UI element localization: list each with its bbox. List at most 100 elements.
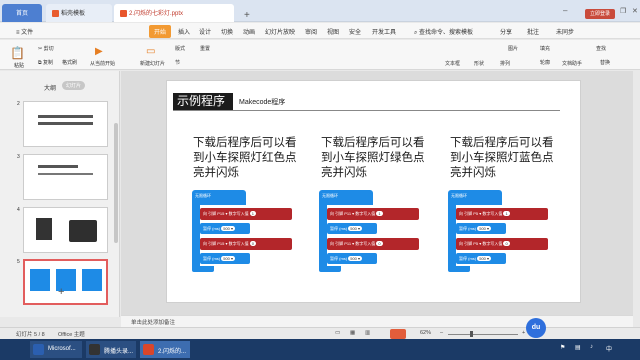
- pause-label: 暂停 (ms): [330, 256, 348, 261]
- notification-icon[interactable]: ⚑: [560, 344, 565, 351]
- menu-review[interactable]: 审阅: [305, 27, 317, 36]
- notes-pane[interactable]: 单击此处添加备注: [121, 315, 633, 327]
- template-icon: [52, 9, 59, 17]
- sync-status[interactable]: 未同步: [556, 27, 574, 36]
- description-blue[interactable]: 下载后程序后可以看到小车探照灯蓝色点亮并闪烁: [450, 136, 562, 181]
- search-commands[interactable]: ⌕ 查找命令、搜索模板: [414, 27, 473, 37]
- arrange-button[interactable]: 排列: [500, 60, 510, 67]
- outline-button[interactable]: 轮廓: [540, 59, 550, 66]
- taskbar-item-wps[interactable]: 2.闪烁的...: [140, 341, 190, 358]
- slide[interactable]: 示例程序 Makecode程序 下载后程序后可以看到小车探照灯红色点亮并闪烁 下…: [166, 80, 581, 303]
- tab-document[interactable]: 2.闪烁的七彩灯.pptx: [114, 4, 234, 22]
- assistant-du-icon[interactable]: du: [526, 318, 546, 338]
- add-tab-button[interactable]: +: [238, 6, 256, 24]
- description-green[interactable]: 下载后程序后可以看到小车探照灯绿色点亮并闪烁: [321, 136, 433, 181]
- thumb-block: [82, 269, 102, 291]
- zoom-in-button[interactable]: +: [522, 330, 525, 336]
- ms-pill: 500 ▾: [477, 226, 492, 231]
- comment-button[interactable]: 批注: [527, 27, 539, 36]
- zoom-slider-knob[interactable]: [470, 331, 473, 337]
- close-icon[interactable]: ✕: [632, 7, 638, 15]
- taskbar-item-word[interactable]: Microsof...: [30, 341, 82, 358]
- wps-icon: [143, 344, 154, 355]
- code-block-blue[interactable]: 无限循环 向 引脚 P5 ▾ 数字写入值 1 暂停 (ms) 500 ▾ 向 引…: [448, 190, 548, 280]
- tab-home[interactable]: 首页: [2, 4, 42, 22]
- digital-write-block: 向 引脚 P15 ▾ 数字写入值 0: [200, 238, 292, 250]
- ime-indicator[interactable]: 中: [606, 344, 612, 353]
- layout-button[interactable]: 版式: [175, 45, 185, 52]
- tab-template[interactable]: 稻壳模板: [46, 4, 112, 22]
- code-block-green[interactable]: 无限循环 向 引脚 P11 ▾ 数字写入值 1 暂停 (ms) 500 ▾ 向 …: [319, 190, 419, 280]
- slide-thumbnail-5[interactable]: [23, 259, 108, 305]
- copy-label: 复制: [42, 60, 53, 66]
- block-foot: [192, 266, 214, 272]
- share-button[interactable]: 分享: [500, 27, 512, 36]
- slide-thumbnail-3[interactable]: [23, 154, 108, 200]
- menu-animation[interactable]: 动画: [243, 27, 255, 36]
- tab-outline[interactable]: 大纲: [44, 83, 56, 92]
- menu-start[interactable]: 开始: [149, 25, 172, 38]
- add-slide-button[interactable]: +: [58, 286, 64, 298]
- slide-number: 2: [17, 101, 20, 107]
- find-button[interactable]: 查找: [596, 45, 606, 52]
- editing-canvas: 示例程序 Makecode程序 下载后程序后可以看到小车探照灯红色点亮并闪烁 下…: [121, 71, 633, 315]
- code-block-red[interactable]: 无限循环 向 引脚 P15 ▾ 数字写入值 1 暂停 (ms) 500 ▾ 向 …: [192, 190, 292, 280]
- thumb-text: [38, 173, 93, 175]
- digital-write-label: 向 引脚 P11 ▾ 数字写入值: [330, 211, 376, 216]
- scissors-icon: ✂: [38, 46, 43, 52]
- menu-file[interactable]: ≡ 文件: [16, 27, 33, 36]
- minimize-icon[interactable]: –: [563, 6, 567, 15]
- slide-thumbnail-2[interactable]: [23, 101, 108, 147]
- network-icon[interactable]: ▤: [575, 344, 581, 351]
- value-pill: 0: [503, 241, 510, 246]
- slide-thumbnail-4[interactable]: [23, 207, 108, 253]
- notes-placeholder[interactable]: 单击此处添加备注: [131, 318, 175, 326]
- maximize-icon[interactable]: ❐: [620, 7, 626, 15]
- paste-button[interactable]: 粘贴: [14, 62, 24, 69]
- shape-button[interactable]: 形状: [474, 60, 484, 67]
- pause-block: 暂停 (ms) 500 ▾: [327, 223, 377, 234]
- taskbar-item-label: 2.闪烁的...: [158, 349, 187, 355]
- zoom-slider[interactable]: [448, 334, 518, 335]
- menu-insert[interactable]: 插入: [178, 27, 190, 36]
- view-reading-icon[interactable]: ▥: [365, 330, 370, 336]
- menu-view[interactable]: 视图: [327, 27, 339, 36]
- zoom-level[interactable]: 62%: [420, 330, 431, 336]
- menu-transition[interactable]: 切换: [221, 27, 233, 36]
- slide-title[interactable]: 示例程序: [173, 93, 233, 110]
- description-red[interactable]: 下载后程序后可以看到小车探照灯红色点亮并闪烁: [193, 136, 305, 181]
- slide-subtitle[interactable]: Makecode程序: [239, 97, 285, 107]
- menu-developer[interactable]: 开发工具: [372, 27, 396, 36]
- login-button[interactable]: 立即登录: [585, 9, 615, 19]
- view-sorter-icon[interactable]: ▦: [350, 330, 355, 336]
- paste-icon[interactable]: 📋: [10, 46, 25, 60]
- from-current-button[interactable]: 从当前开始: [90, 60, 115, 67]
- panel-tabs: 大纲 幻灯片: [0, 71, 120, 92]
- cut-button[interactable]: ✂ 剪切: [38, 45, 54, 52]
- fill-button[interactable]: 填充: [540, 45, 550, 52]
- panel-scrollbar[interactable]: [114, 123, 118, 243]
- digital-write-block: 向 引脚 P15 ▾ 数字写入值 1: [200, 208, 292, 220]
- view-normal-icon[interactable]: ▭: [335, 330, 340, 336]
- picture-button[interactable]: 图片: [508, 45, 518, 52]
- menu-slideshow[interactable]: 幻灯片放映: [265, 27, 295, 36]
- reset-button[interactable]: 重置: [200, 45, 210, 52]
- slide-number: 4: [17, 207, 20, 213]
- thumb-text: [38, 122, 93, 125]
- replace-button[interactable]: 替换: [600, 59, 610, 66]
- slideshow-button[interactable]: [390, 329, 406, 339]
- tab-slides[interactable]: 幻灯片: [62, 81, 86, 90]
- volume-icon[interactable]: ♪: [590, 344, 593, 350]
- zoom-out-button[interactable]: –: [440, 330, 443, 336]
- section-button[interactable]: 节: [175, 59, 180, 66]
- digital-write-label: 向 引脚 P15 ▾ 数字写入值: [203, 211, 249, 216]
- doc-assistant-button[interactable]: 文档助手: [562, 60, 582, 67]
- new-slide-button[interactable]: 新建幻灯片: [140, 60, 165, 67]
- textbox-button[interactable]: 文本框: [445, 60, 460, 67]
- menu-bar: ≡ 文件 开始 插入 设计 切换 动画 幻灯片放映 审阅 视图 安全 开发工具 …: [0, 23, 640, 39]
- menu-design[interactable]: 设计: [199, 27, 211, 36]
- copy-button[interactable]: ⧉ 复制: [38, 59, 53, 66]
- menu-security[interactable]: 安全: [349, 27, 361, 36]
- format-painter-button[interactable]: 格式刷: [62, 59, 77, 66]
- taskbar-item-recorder[interactable]: 腾播头录...: [86, 341, 136, 358]
